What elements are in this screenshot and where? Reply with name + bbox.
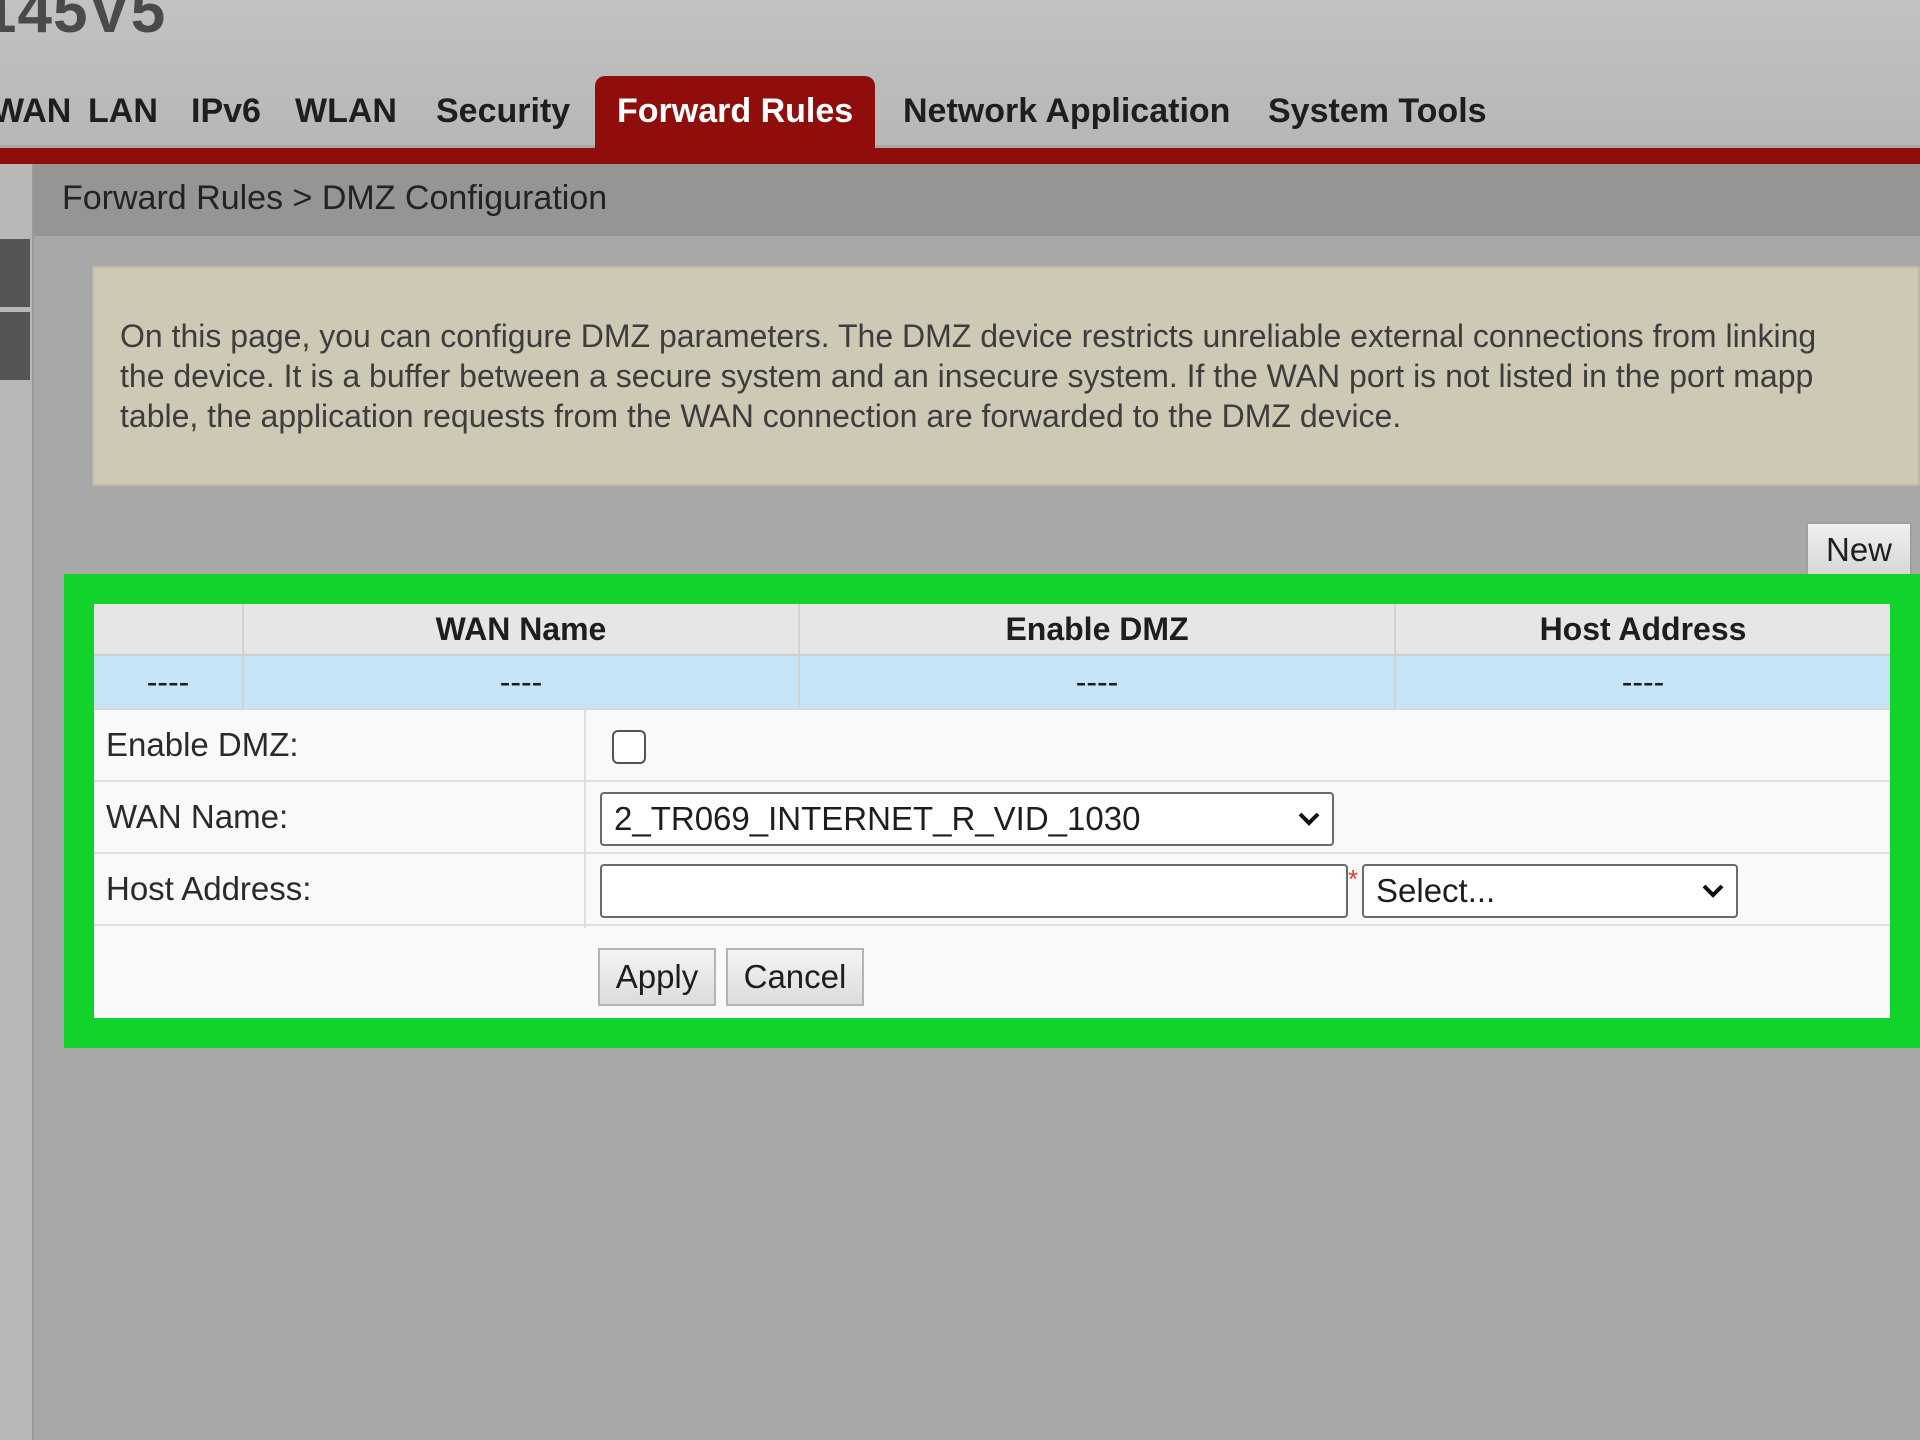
chevron-down-icon <box>1702 884 1724 898</box>
enable-dmz-row: Enable DMZ: <box>94 710 1890 782</box>
table-header-wan-name: WAN Name <box>242 604 798 654</box>
tab-wan[interactable]: WAN <box>0 76 71 148</box>
host-address-input[interactable] <box>600 864 1348 918</box>
table-header-host-address: Host Address <box>1394 604 1890 654</box>
tab-wlan[interactable]: WLAN <box>295 76 397 148</box>
wan-name-select-value: 2_TR069_INTERNET_R_VID_1030 <box>614 800 1141 837</box>
breadcrumb-bar: Forward Rules > DMZ Configuration <box>34 164 1920 236</box>
tab-lan[interactable]: LAN <box>88 76 158 148</box>
side-menu-tab[interactable] <box>0 239 30 307</box>
host-address-row: Host Address: * Select... <box>94 854 1890 926</box>
host-address-select-value: Select... <box>1376 872 1496 909</box>
info-line: table, the application requests from the… <box>120 398 1402 434</box>
wan-name-row: WAN Name: 2_TR069_INTERNET_R_VID_1030 <box>94 782 1890 854</box>
main-nav: WAN LAN IPv6 WLAN Security Forward Rules… <box>0 76 1920 148</box>
table-header-row: WAN Name Enable DMZ Host Address <box>94 604 1890 656</box>
tab-security[interactable]: Security <box>436 76 570 148</box>
side-menu-strip <box>0 164 34 1440</box>
nav-underline <box>0 148 1920 164</box>
breadcrumb: Forward Rules > DMZ Configuration <box>62 179 608 217</box>
info-box: On this page, you can configure DMZ para… <box>92 266 1920 486</box>
enable-dmz-checkbox[interactable] <box>612 730 646 764</box>
info-text: On this page, you can configure DMZ para… <box>120 316 1920 436</box>
table-header-enable-dmz: Enable DMZ <box>798 604 1394 654</box>
info-line: On this page, you can configure DMZ para… <box>120 318 1817 354</box>
apply-button[interactable]: Apply <box>598 948 716 1006</box>
enable-dmz-label: Enable DMZ: <box>106 726 299 763</box>
table-cell: ---- <box>146 663 190 700</box>
cancel-button[interactable]: Cancel <box>726 948 864 1006</box>
host-address-select[interactable]: Select... <box>1362 864 1738 918</box>
tab-system-tools[interactable]: System Tools <box>1268 76 1487 148</box>
side-menu-tab[interactable] <box>0 312 30 380</box>
table-cell: ---- <box>798 656 1394 708</box>
model-title: 145V5 <box>0 0 167 46</box>
new-button[interactable]: New <box>1806 522 1912 578</box>
required-mark: * <box>1348 864 1359 894</box>
dmz-panel: WAN Name Enable DMZ Host Address ---- --… <box>94 604 1890 1018</box>
tab-network-application[interactable]: Network Application <box>903 76 1230 148</box>
host-address-label: Host Address: <box>106 870 312 907</box>
wan-name-label: WAN Name: <box>106 798 289 835</box>
table-cell: ---- <box>242 656 798 708</box>
table-row[interactable]: ---- ---- ---- ---- <box>94 656 1890 710</box>
wan-name-select[interactable]: 2_TR069_INTERNET_R_VID_1030 <box>600 792 1334 846</box>
tab-ipv6[interactable]: IPv6 <box>191 76 261 148</box>
table-header-index <box>94 604 242 654</box>
form-divider <box>584 710 586 928</box>
form-actions: Apply Cancel <box>94 926 1890 1018</box>
info-line: the device. It is a buffer between a sec… <box>120 358 1814 394</box>
chevron-down-icon <box>1298 812 1320 826</box>
tab-forward-rules[interactable]: Forward Rules <box>595 76 876 148</box>
table-cell: ---- <box>1394 656 1890 708</box>
